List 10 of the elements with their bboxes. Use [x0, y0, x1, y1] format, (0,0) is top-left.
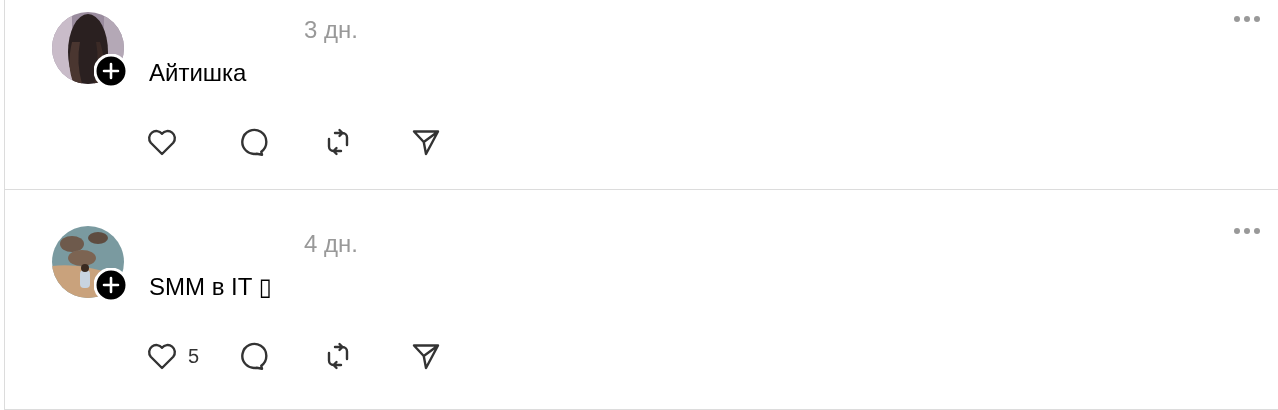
more-icon[interactable] — [1232, 14, 1262, 24]
follow-plus-icon[interactable] — [94, 54, 128, 88]
post-text: Айтишка — [149, 58, 248, 88]
follow-plus-icon[interactable] — [94, 268, 128, 302]
post-time: 3 дн. — [304, 16, 358, 44]
like-button[interactable]: 5 — [144, 338, 232, 374]
more-icon[interactable] — [1232, 226, 1262, 236]
post-time: 4 дн. — [304, 230, 358, 258]
like-count: 5 — [188, 344, 200, 368]
post-text: SMM в IT ▯ — [149, 272, 273, 302]
